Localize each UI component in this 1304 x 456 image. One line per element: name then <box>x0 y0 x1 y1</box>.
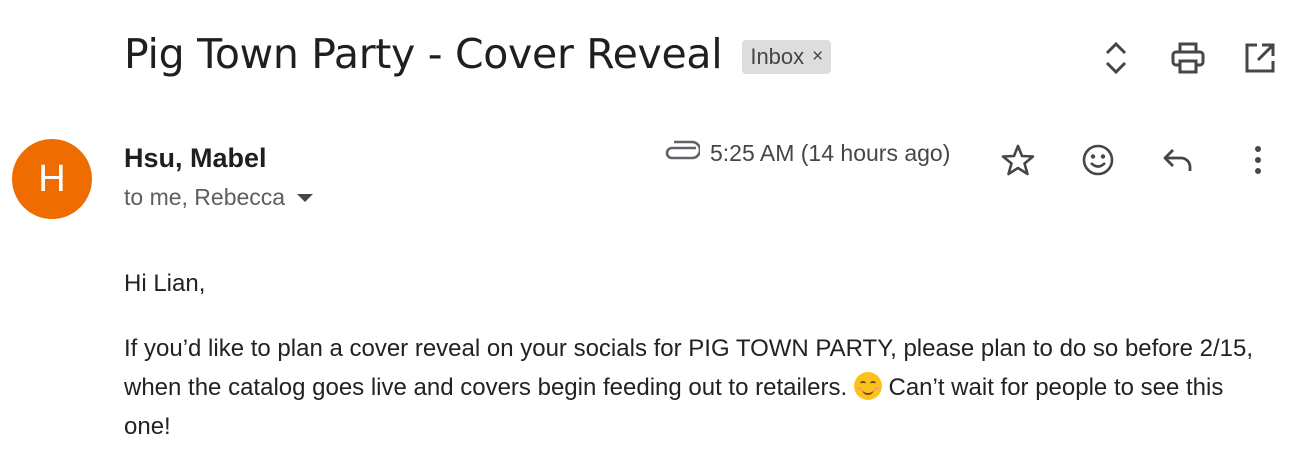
paperclip-icon <box>662 140 702 167</box>
more-vertical-icon[interactable] <box>1238 140 1278 180</box>
message-actions <box>998 140 1278 180</box>
show-details-caret-icon[interactable] <box>297 193 314 202</box>
remove-label-button[interactable]: × <box>812 46 823 68</box>
print-icon[interactable] <box>1168 38 1208 78</box>
label-text: Inbox <box>750 44 805 69</box>
expand-collapse-icon[interactable] <box>1096 38 1136 78</box>
open-in-new-window-icon[interactable] <box>1240 38 1280 78</box>
inbox-label-chip[interactable]: Inbox × <box>742 40 832 74</box>
message-greeting: Hi Lian, <box>124 270 206 297</box>
emoji-react-icon[interactable] <box>1078 140 1118 180</box>
star-icon[interactable] <box>998 140 1038 180</box>
smiling-face-emoji-icon <box>853 372 882 400</box>
message-meta: 5:25 AM (14 hours ago) <box>662 140 950 167</box>
reply-icon[interactable] <box>1158 140 1198 180</box>
sender-avatar[interactable]: H <box>12 139 92 219</box>
email-subject: Pig Town Party - Cover Reveal <box>124 30 723 78</box>
message-paragraph: If you’d like to plan a cover reveal on … <box>124 329 1274 446</box>
message-timestamp[interactable]: 5:25 AM (14 hours ago) <box>710 140 950 167</box>
recipients-text: to me, Rebecca <box>124 184 286 210</box>
thread-actions <box>1096 38 1280 78</box>
recipients-line: to me, Rebecca <box>124 184 314 211</box>
subject-row: Pig Town Party - Cover Reveal Inbox × <box>124 30 832 78</box>
message-body: Hi Lian, If you’d like to plan a cover r… <box>124 264 1274 446</box>
sender-name[interactable]: Hsu, Mabel <box>124 143 267 174</box>
